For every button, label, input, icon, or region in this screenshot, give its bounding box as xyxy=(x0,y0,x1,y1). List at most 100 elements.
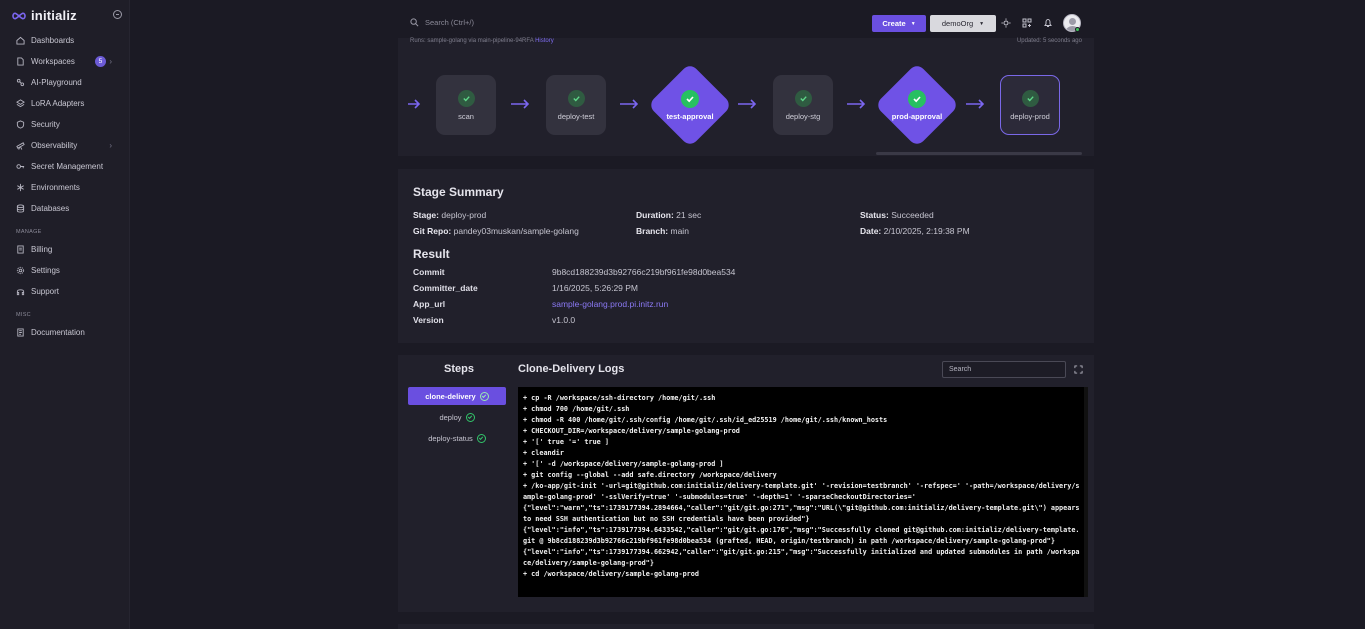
stage-deploy-prod[interactable]: deploy-prod xyxy=(1000,75,1060,135)
next-panel-edge xyxy=(398,624,1094,629)
result-key: Version xyxy=(413,315,444,325)
check-circle-icon xyxy=(908,89,926,108)
check-circle-icon xyxy=(479,391,489,401)
step-clone-delivery[interactable]: clone-delivery xyxy=(408,387,506,405)
step-label: deploy xyxy=(439,412,462,422)
org-selector-label: demoOrg xyxy=(941,19,974,28)
sidebar-collapse-button[interactable] xyxy=(113,10,122,19)
summary-branch-label: Branch: xyxy=(636,226,669,236)
shield-icon xyxy=(16,120,25,129)
bell-icon[interactable] xyxy=(1043,18,1053,28)
sidebar-item-observability[interactable]: Observability › xyxy=(0,135,130,156)
summary-duration-value: 21 sec xyxy=(676,210,702,220)
caret-down-icon: ▼ xyxy=(979,20,985,27)
result-value: 1/16/2025, 5:26:29 PM xyxy=(552,283,639,293)
chevron-right-icon[interactable]: › xyxy=(109,57,112,66)
ai-icon xyxy=(16,78,25,87)
org-selector[interactable]: demoOrg ▼ xyxy=(930,15,996,32)
sidebar-item-label: Security xyxy=(31,120,60,129)
summary-repo-label: Git Repo: xyxy=(413,226,452,236)
logs-title: Clone-Delivery Logs xyxy=(518,363,625,375)
workspaces-count-badge: 5 xyxy=(94,56,106,67)
stage-prod-approval[interactable]: prod-approval xyxy=(874,62,960,148)
gear-icon xyxy=(16,266,25,275)
result-value: v1.0.0 xyxy=(552,315,576,325)
step-deploy-status[interactable]: deploy-status xyxy=(408,429,506,447)
infinity-logo-icon xyxy=(12,12,26,19)
history-link[interactable]: History xyxy=(535,38,554,44)
sidebar-item-label: Settings xyxy=(31,266,60,275)
sidebar-item-label: Environments xyxy=(31,183,80,192)
sidebar-item-ai-playground[interactable]: AI-Playground xyxy=(0,72,130,93)
sidebar-item-settings[interactable]: Settings xyxy=(0,260,130,281)
approval-content: test-approval xyxy=(647,62,733,148)
global-search-input[interactable]: Search (Ctrl+/) xyxy=(425,18,474,27)
sidebar-item-environments[interactable]: Environments xyxy=(0,177,130,198)
stage-test-approval[interactable]: test-approval xyxy=(647,62,733,148)
summary-stage-label: Stage: xyxy=(413,210,439,220)
sidebar-item-dashboards[interactable]: Dashboards xyxy=(0,30,130,51)
pipeline-run-meta: Runs: sample-golang via main-pipeline-94… xyxy=(410,38,554,44)
stage-label: deploy-stg xyxy=(785,111,821,121)
summary-duration: Duration: 21 sec xyxy=(636,210,701,220)
log-search-input[interactable]: Search xyxy=(942,361,1066,378)
log-console[interactable]: + cp -R /workspace/ssh-directory /home/g… xyxy=(518,387,1088,597)
create-button-label: Create xyxy=(882,19,906,28)
sidebar-item-databases[interactable]: Databases xyxy=(0,198,130,219)
stage-scan[interactable]: scan xyxy=(436,75,496,135)
sidebar-item-label: Dashboards xyxy=(31,36,75,45)
log-line: + cd /workspace/delivery/sample-golang-p… xyxy=(523,570,699,578)
chevron-right-icon[interactable]: › xyxy=(109,141,112,150)
theme-sun-icon[interactable] xyxy=(1001,18,1011,28)
stage-deploy-test[interactable]: deploy-test xyxy=(546,75,606,135)
brand[interactable]: initializ xyxy=(11,8,77,23)
headset-icon xyxy=(16,287,25,296)
sidebar-nav: Dashboards Workspaces 5 › AI-Playground … xyxy=(0,30,130,343)
pipeline-horizontal-scrollbar[interactable] xyxy=(876,152,1082,155)
summary-status-label: Status: xyxy=(860,210,889,220)
sidebar-item-label: Support xyxy=(31,287,60,296)
summary-repo-value: pandey03muskan/sample-golang xyxy=(453,226,579,236)
log-line: + cleandir xyxy=(523,449,564,457)
result-key: Committer_date xyxy=(413,283,478,293)
telescope-icon xyxy=(16,141,25,150)
summary-stage-value: deploy-prod xyxy=(441,210,487,220)
log-line: {"level":"info","ts":1739177394.662942,"… xyxy=(523,548,1080,567)
sidebar-item-label: Workspaces xyxy=(31,57,75,66)
steps-title: Steps xyxy=(444,363,474,375)
sidebar-item-lora-adapters[interactable]: LoRA Adapters xyxy=(0,93,130,114)
sidebar-item-label: Databases xyxy=(31,204,70,213)
search-icon xyxy=(410,18,419,27)
summary-duration-label: Duration: xyxy=(636,210,674,220)
step-deploy[interactable]: deploy xyxy=(408,408,506,426)
stage-summary-panel: Stage Summary Stage: deploy-prod Duratio… xyxy=(398,169,1094,343)
apps-grid-icon[interactable] xyxy=(1022,18,1032,28)
create-button[interactable]: Create ▼ xyxy=(872,15,926,32)
sidebar-item-label: Documentation xyxy=(31,328,85,337)
flow-arrow-icon xyxy=(847,99,866,109)
sidebar: initializ Dashboards Workspaces 5 › AI-P… xyxy=(0,0,130,629)
check-circle-icon xyxy=(1021,89,1039,107)
check-circle-icon xyxy=(476,433,486,443)
expand-fullscreen-icon[interactable] xyxy=(1074,365,1083,374)
app-url-link[interactable]: sample-golang.prod.pi.initz.run xyxy=(552,299,668,309)
result-value: 9b8cd188239d3b92766c219bf961fe98d0bea534 xyxy=(552,267,736,277)
summary-branch: Branch: main xyxy=(636,226,689,236)
sidebar-item-security[interactable]: Security xyxy=(0,114,130,135)
stage-label: deploy-prod xyxy=(1010,111,1050,121)
sidebar-item-secret-management[interactable]: Secret Management xyxy=(0,156,130,177)
log-line: + git config --global --add safe.directo… xyxy=(523,471,777,479)
summary-status-value: Succeeded xyxy=(891,210,934,220)
check-circle-icon xyxy=(681,89,699,108)
sidebar-item-documentation[interactable]: Documentation xyxy=(0,322,130,343)
summary-date: Date: 2/10/2025, 2:19:38 PM xyxy=(860,226,970,236)
sidebar-item-label: AI-Playground xyxy=(31,78,82,87)
sidebar-item-billing[interactable]: Billing xyxy=(0,239,130,260)
sidebar-item-support[interactable]: Support xyxy=(0,281,130,302)
receipt-icon xyxy=(16,245,25,254)
sidebar-item-workspaces[interactable]: Workspaces 5 › xyxy=(0,51,130,72)
log-console-scrollbar[interactable] xyxy=(1084,387,1088,597)
log-line: + CHECKOUT_DIR=/workspace/delivery/sampl… xyxy=(523,427,740,435)
result-key: App_url xyxy=(413,299,446,309)
stage-deploy-stg[interactable]: deploy-stg xyxy=(773,75,833,135)
